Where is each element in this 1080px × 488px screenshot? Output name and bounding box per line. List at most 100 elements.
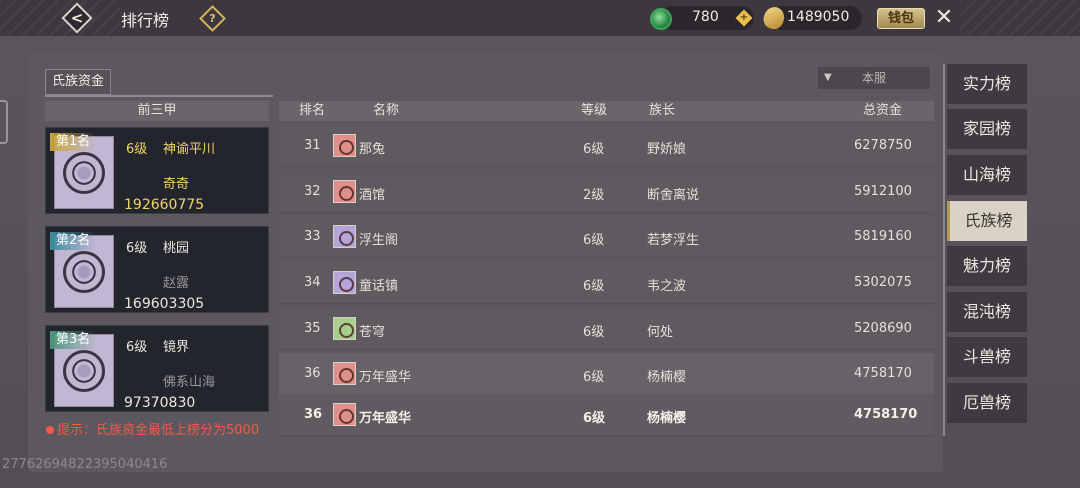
tab-underline (45, 95, 273, 97)
add-currency-icon[interactable]: + (735, 9, 753, 27)
row-clan-name: 苍穹 (359, 325, 386, 340)
table-row[interactable]: 35 苍穹 6级 何处 5208690 (279, 308, 934, 350)
side-tab-item[interactable]: 混沌榜 (947, 292, 1027, 332)
red-clan-emblem-icon (333, 362, 356, 385)
side-tab-item[interactable]: 实力榜 (947, 64, 1027, 104)
side-tab-item[interactable]: 魅力榜 (947, 246, 1027, 286)
row-fund: 5208690 (854, 321, 912, 336)
user-id: 2776269482239504041​6 (2, 457, 168, 472)
purple-clan-emblem-icon (333, 225, 356, 248)
rank-badge: 第3名 (50, 331, 97, 349)
top-clan-card[interactable]: 第3名 6级 镜界 佛系山海 97370830 (45, 325, 269, 412)
purple-clan-emblem-icon (333, 271, 356, 294)
side-divider (943, 64, 945, 436)
clan-fund: 169603305 (124, 296, 205, 312)
row-level: 6级 (583, 279, 605, 294)
row-rank: 33 (304, 229, 321, 244)
row-chief: 韦之波 (647, 279, 687, 294)
jade-amount: 780 (692, 9, 719, 25)
clan-fund: 97370830 (124, 395, 196, 411)
clan-chief: 奇奇 (163, 177, 190, 192)
top-bar-pattern (960, 0, 1080, 36)
table-row[interactable]: 31 那兔 6级 野娇娘 6278750 (279, 125, 934, 167)
red-clan-emblem-icon (333, 180, 356, 203)
clan-level: 6级 (126, 340, 148, 355)
clan-name: 镜界 (163, 340, 190, 355)
row-level: 2级 (583, 188, 605, 203)
help-icon-label: ? (209, 12, 216, 25)
red-clan-emblem-icon (333, 403, 356, 426)
row-level: 6级 (583, 233, 605, 248)
col-level-header: 等级 (581, 103, 608, 118)
clan-chief: 赵露 (163, 276, 190, 291)
row-fund: 5302075 (854, 275, 912, 290)
table-row[interactable]: 36 万年盛华 6级 杨楠樱 4758170 (279, 353, 934, 395)
row-clan-name: 万年盛华 (359, 411, 412, 426)
col-name-header: 名称 (373, 103, 400, 118)
row-clan-name: 万年盛华 (359, 370, 412, 385)
side-tab-item[interactable]: 斗兽榜 (947, 337, 1027, 377)
side-tab-item[interactable]: 氏族榜 (947, 201, 1027, 241)
tab-clan-fund[interactable]: 氏族资金 (45, 69, 111, 95)
leaderboard-screen: < 排行榜 ? 780 + 1489050 钱包 ✕ 氏族资金 ▼ 本服 前三甲… (0, 0, 1080, 488)
table-row[interactable]: 32 酒馆 2级 断舍离说 5912100 (279, 171, 934, 213)
jade-icon (650, 8, 672, 30)
row-fund: 6278750 (854, 138, 912, 153)
clan-emblem-swirl (63, 151, 105, 194)
coin-amount: 1489050 (787, 9, 850, 25)
row-clan-name: 浮生阁 (359, 233, 399, 248)
green-clan-emblem-icon (333, 317, 356, 340)
side-tab-item[interactable]: 家园榜 (947, 109, 1027, 149)
top-clan-card[interactable]: 第2名 6级 桃园赵露 169603305 (45, 226, 269, 313)
chevron-left-icon: < (70, 9, 84, 27)
clan-level: 6级 (126, 142, 148, 157)
table-row[interactable]: 33 浮生阁 6级 若梦浮生 5819160 (279, 216, 934, 258)
row-rank: 31 (304, 138, 321, 153)
wallet-button[interactable]: 钱包 (877, 8, 925, 29)
row-level: 6级 (583, 411, 606, 426)
row-level: 6级 (583, 142, 605, 157)
row-rank: 36 (304, 366, 321, 381)
row-chief: 何处 (647, 325, 674, 340)
rank-badge: 第1名 (50, 133, 97, 151)
add-icon-label: + (739, 12, 749, 23)
table-row[interactable]: 34 童话镇 6级 韦之波 5302075 (279, 262, 934, 304)
row-chief: 杨楠樱 (647, 411, 687, 426)
close-icon[interactable]: ✕ (931, 5, 957, 31)
top-three-heading: 前三甲 (45, 101, 269, 121)
clan-fund: 192660775 (124, 197, 205, 213)
row-chief: 若梦浮生 (647, 233, 700, 248)
row-chief: 野娇娘 (647, 142, 687, 157)
row-clan-name: 酒馆 (359, 188, 386, 203)
side-tab-item[interactable]: 山海榜 (947, 155, 1027, 195)
server-select[interactable]: ▼ 本服 (818, 67, 930, 89)
clan-name: 桃园 (163, 241, 190, 256)
row-fund: 4758170 (854, 407, 918, 422)
row-rank: 34 (304, 275, 321, 290)
col-chief-header: 族长 (649, 103, 676, 118)
clan-name: 神谕平川 (163, 142, 216, 157)
row-chief: 断舍离说 (647, 188, 700, 203)
row-chief: 杨楠樱 (647, 370, 687, 385)
panel-left-handle (0, 100, 8, 144)
row-level: 6级 (583, 325, 605, 340)
back-button[interactable]: < (61, 2, 93, 34)
chevron-down-icon: ▼ (824, 72, 832, 83)
row-clan-name: 那兔 (359, 142, 386, 157)
row-rank: 35 (304, 321, 321, 336)
row-fund: 5912100 (854, 184, 912, 199)
row-rank: 32 (304, 184, 321, 199)
top-clan-card[interactable]: 第1名 6级 神谕平川奇奇 192660775 (45, 127, 269, 214)
my-clan-row[interactable]: 36 万年盛华 6级 杨楠樱 4758170 (279, 394, 934, 436)
row-clan-name: 童话镇 (359, 279, 399, 294)
row-fund: 4758170 (854, 366, 912, 381)
page-title: 排行榜 (121, 11, 170, 30)
side-tab-item[interactable]: 厄兽榜 (947, 383, 1027, 423)
clan-level: 6级 (126, 241, 148, 256)
clan-emblem-swirl (63, 250, 105, 293)
min-score-hint: 提示：氏族资金最低上榜分为5000 (46, 419, 259, 438)
hint-text: 提示：氏族资金最低上榜分为5000 (57, 423, 260, 438)
rank-badge: 第2名 (50, 232, 97, 250)
warning-icon (46, 426, 54, 434)
col-fund-header: 总资金 (863, 103, 903, 118)
